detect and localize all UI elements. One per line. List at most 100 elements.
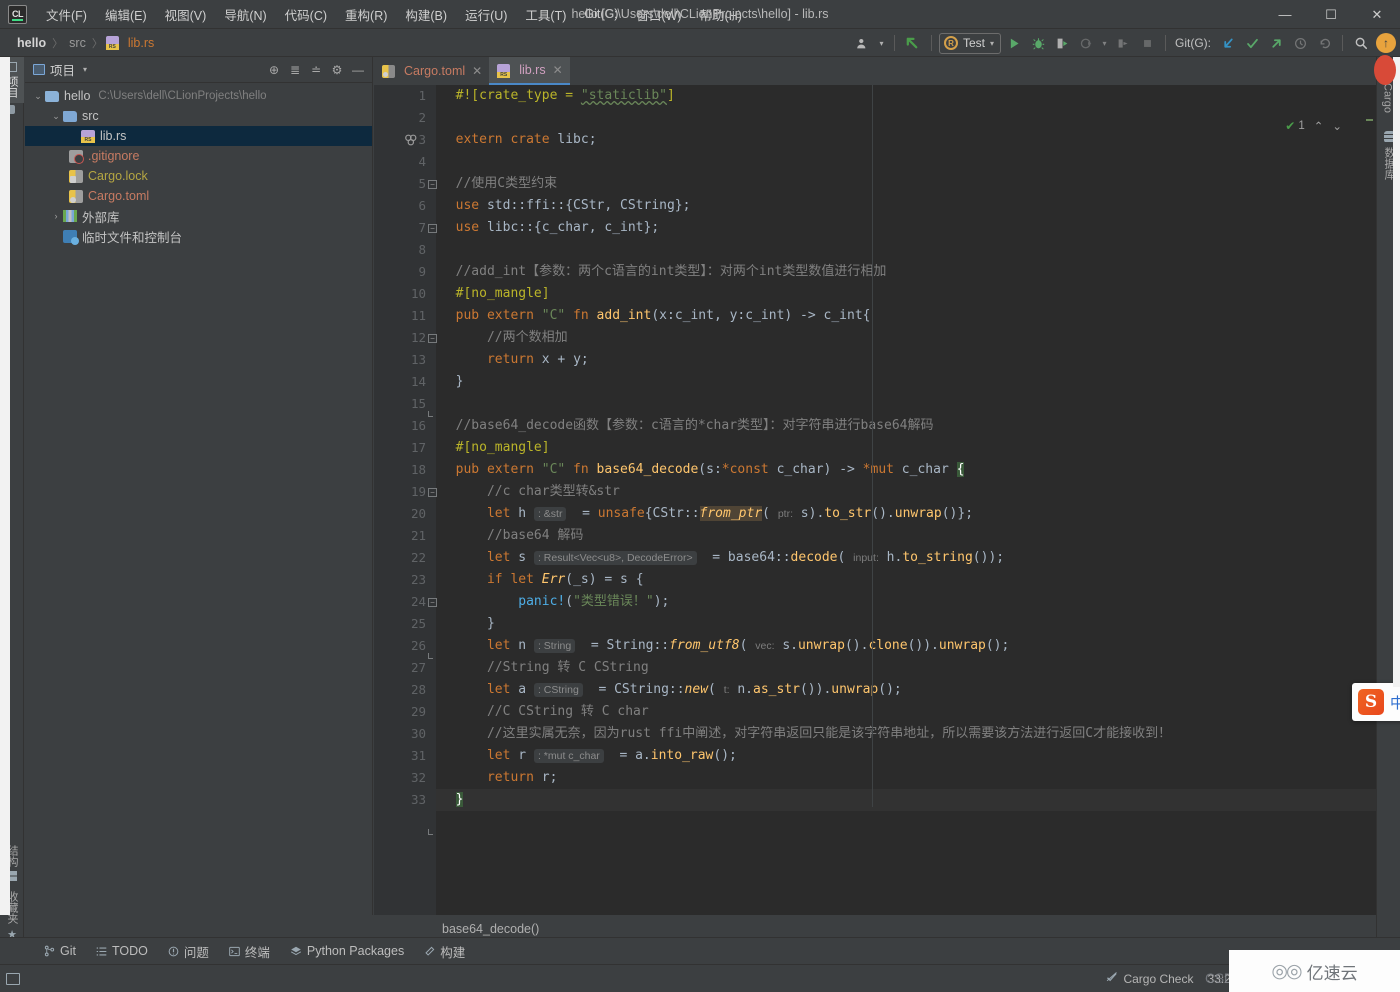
expand-all-button[interactable]: ≣ [285,60,305,80]
profile-button[interactable] [1075,32,1097,54]
run-configuration-selector[interactable]: R Test ▾ [938,32,1001,54]
bottom-tool-build[interactable]: 构建 [414,939,475,964]
bottom-tool-python-packages[interactable]: Python Packages [280,941,414,961]
menu-run[interactable]: 运行(U) [456,1,516,28]
tab-cargo-toml[interactable]: Cargo.toml ✕ [374,57,490,85]
watermark-label: 亿速云 [1306,963,1358,983]
breadcrumb-project[interactable]: hello [14,35,49,51]
debug-button[interactable] [1027,32,1049,54]
breadcrumb-current-function[interactable]: base64_decode() [442,922,539,936]
next-highlight-icon[interactable]: ⌄ [1332,119,1342,133]
menu-edit[interactable]: 编辑(E) [96,1,156,28]
fold-marker-end[interactable] [428,653,433,659]
menu-git[interactable]: Git(G) [575,3,627,25]
breadcrumb-folder[interactable]: src [66,35,89,51]
toggle-tool-windows-icon[interactable] [6,972,20,985]
breadcrumb-file[interactable]: lib.rs [125,35,157,51]
hide-panel-button[interactable]: — [348,60,368,80]
git-history-icon[interactable] [1289,32,1311,54]
menu-file[interactable]: 文件(F) [37,1,96,28]
project-panel-title[interactable]: 项目 ▾ [33,60,87,79]
bottom-tool-todo[interactable]: TODO [86,941,158,961]
close-button[interactable]: ✕ [1354,0,1400,29]
notifications-icon[interactable]: ↑ [1376,33,1396,53]
git-push-icon[interactable] [1265,32,1287,54]
chevron-right-icon[interactable]: › [49,211,63,221]
menu-tools[interactable]: 工具(T) [516,1,575,28]
run-with-coverage-button[interactable] [1051,32,1073,54]
maximize-button[interactable]: ☐ [1308,0,1354,29]
bottom-tool-problems[interactable]: 问题 [158,939,219,964]
tab-lib-rs[interactable]: lib.rs ✕ [489,57,570,85]
previous-highlight-icon[interactable]: ⌃ [1314,119,1324,133]
line-number: 9 [418,264,426,279]
chevron-down-icon[interactable]: ▾ [83,65,87,74]
tree-node-gitignore[interactable]: .gitignore [25,146,372,166]
tab-close-icon[interactable]: ✕ [472,64,482,78]
bottom-tool-git[interactable]: Git [34,941,86,961]
account-caret-icon[interactable]: ▾ [876,32,887,54]
account-icon[interactable] [852,32,874,54]
menu-refactor[interactable]: 重构(R) [336,1,396,28]
line-number: 16 [410,418,426,433]
menu-view[interactable]: 视图(V) [156,1,216,28]
navigate-back-icon[interactable] [902,32,924,54]
tab-close-icon[interactable]: ✕ [553,63,563,77]
code-content[interactable]: #![crate_type = "staticlib"] extern crat… [436,85,1376,915]
no-check-icon [1106,971,1118,986]
minimize-button[interactable]: — [1262,0,1308,29]
line-number: 33 [410,792,426,807]
left-edge-artifact [0,57,10,915]
chevron-down-icon[interactable]: ⌄ [49,111,63,122]
git-commit-icon[interactable] [1241,32,1263,54]
menu-navigate[interactable]: 导航(N) [215,1,275,28]
tree-node-cargo-lock[interactable]: Cargo.lock [25,166,372,186]
line-number: 1 [418,88,426,103]
select-opened-file-button[interactable]: ⊕ [264,60,284,80]
collapse-all-button[interactable]: ≐ [306,60,326,80]
sogou-ime-popup[interactable]: S 中 [1352,683,1400,721]
editor-body[interactable]: 1 2 3 4 5 6 7 8 9 10 11 12 13 14 15 16 1… [374,85,1376,915]
tree-node-scratches[interactable]: 临时文件和控制台 [25,226,372,246]
run-button[interactable] [1003,32,1025,54]
toolbar-separator-4 [1342,35,1343,51]
line-number: 31 [410,748,426,763]
menu-help[interactable]: 帮助(H) [691,1,751,28]
code-line-14: } [440,374,464,389]
menu-window[interactable]: 窗口(W) [627,1,690,28]
tree-node-cargo-toml[interactable]: Cargo.toml [25,186,372,206]
git-update-project-icon[interactable] [1217,32,1239,54]
search-everywhere-icon[interactable] [1350,32,1372,54]
rust-file-icon [105,36,119,50]
chevron-down-icon[interactable]: ⌄ [31,91,45,102]
code-line-29: //C CString 转 C char [486,704,649,719]
indent-guide [872,85,873,807]
tree-node-external-libraries[interactable]: › 外部库 [25,206,372,226]
line-number: 7 [418,220,426,235]
profile-caret-icon[interactable]: ▾ [1099,32,1110,54]
crate-gutter-icon[interactable] [404,133,418,150]
toolbar-separator-3 [1165,35,1166,51]
git-rollback-icon[interactable] [1313,32,1335,54]
attach-process-button[interactable] [1112,32,1134,54]
editor-scrollbar[interactable] [1364,115,1374,915]
menu-build[interactable]: 构建(B) [396,1,456,28]
tree-node-lib-rs[interactable]: lib.rs [25,126,372,146]
tree-node-src[interactable]: ⌄ src [25,106,372,126]
status-cargo-check-label: Cargo Check [1123,971,1194,986]
editor-gutter[interactable]: 1 2 3 4 5 6 7 8 9 10 11 12 13 14 15 16 1… [374,85,436,915]
code-line-27: //String 转 C CString [486,660,649,675]
fold-marker-end[interactable] [428,411,433,417]
settings-gear-icon[interactable]: ⚙ [327,60,347,80]
fold-marker-end[interactable] [428,829,433,835]
menu-code[interactable]: 代码(C) [276,1,336,28]
tree-node-hello[interactable]: ⌄ hello C:\Users\dell\CLionProjects\hell… [25,86,372,106]
ime-mode-label[interactable]: 中 [1390,692,1400,713]
inspection-widget[interactable]: ✔ 1 ⌃ ⌄ [1285,119,1342,133]
external-libraries-icon [63,210,77,222]
stop-button[interactable] [1136,32,1158,54]
code-line-33: } [436,789,1376,811]
status-cargo-check[interactable]: Cargo Check [1106,971,1193,986]
bottom-tool-terminal[interactable]: 终端 [219,939,280,964]
